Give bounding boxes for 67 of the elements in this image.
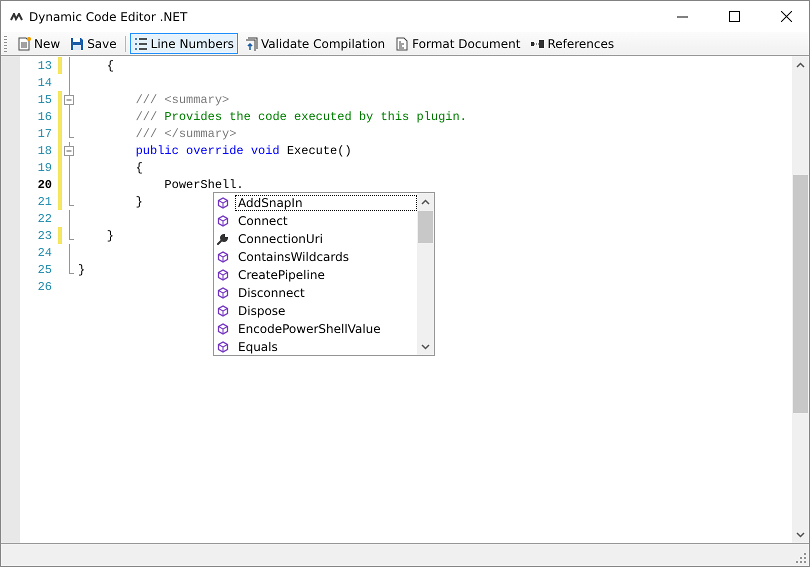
window-title: Dynamic Code Editor .NET — [29, 10, 188, 24]
completion-item[interactable]: Equals — [235, 339, 281, 355]
document-star-icon[interactable] — [17, 36, 31, 50]
scroll-thumb[interactable] — [418, 211, 433, 243]
code-line: /// Provides the code executed by this plugin. — [134, 110, 467, 124]
completion-item[interactable]: Disconnect — [235, 285, 308, 301]
line-number: 14 — [36, 76, 53, 90]
close-icon[interactable] — [780, 11, 792, 22]
cube-icon — [217, 341, 229, 353]
toolbar-button[interactable]: Line Numbers — [130, 33, 238, 54]
line-number: 20 — [36, 178, 53, 192]
line-number: 19 — [36, 160, 53, 174]
line-number: 18 — [36, 144, 53, 158]
toolbar-button[interactable]: Save — [66, 33, 121, 54]
toolbar-button[interactable]: New — [13, 33, 64, 54]
line-number: 17 — [36, 126, 53, 140]
code-line: public override void Execute() — [134, 144, 352, 158]
wrench-icon — [217, 233, 229, 245]
completion-item[interactable]: CreatePipeline — [235, 267, 328, 283]
app-logo-icon — [10, 12, 23, 20]
cube-icon — [217, 251, 229, 263]
line-number: 24 — [36, 246, 53, 260]
code-line: } — [78, 262, 86, 276]
completion-item[interactable]: AddSnapIn — [235, 195, 417, 211]
stacked-pages-arrow-icon[interactable] — [244, 36, 258, 50]
cube-icon — [217, 287, 229, 299]
cube-icon — [217, 197, 229, 209]
numbered-list-icon[interactable] — [134, 36, 148, 50]
line-number: 23 — [36, 228, 53, 242]
scroll-down-icon[interactable] — [421, 344, 430, 350]
completion-item[interactable]: Dispose — [235, 303, 288, 319]
collapse-icon[interactable] — [64, 95, 74, 105]
scroll-thumb[interactable] — [793, 175, 808, 413]
code-line: { — [106, 58, 114, 72]
code-line: /// </summary> — [134, 126, 236, 140]
line-number: 21 — [36, 194, 53, 208]
code-line: } — [134, 194, 143, 208]
line-number: 25 — [36, 262, 53, 276]
code-line: /// <summary> — [134, 92, 230, 106]
cube-icon — [217, 305, 229, 317]
scroll-up-icon[interactable] — [421, 198, 430, 204]
completion-item[interactable]: ContainsWildcards — [235, 249, 352, 265]
completion-item[interactable]: ConnectionUri — [235, 231, 326, 247]
line-number: 22 — [36, 212, 53, 226]
collapse-icon[interactable] — [64, 146, 74, 156]
line-number: 26 — [36, 280, 53, 294]
code-line: PowerShell. — [163, 178, 244, 192]
line-number: 15 — [36, 92, 53, 106]
cube-icon — [217, 215, 229, 227]
scrollbar[interactable] — [417, 193, 434, 355]
scrollbar[interactable] — [792, 56, 809, 543]
completion-item[interactable]: Connect — [235, 213, 291, 229]
completion-item[interactable]: EncodePowerShellValue — [235, 321, 384, 337]
line-number: 16 — [36, 110, 53, 124]
code-line: { — [134, 160, 143, 174]
scroll-up-icon[interactable] — [796, 62, 805, 68]
document-lines-icon[interactable] — [395, 36, 410, 50]
toolbar-button[interactable]: References — [526, 33, 618, 54]
code-line: } — [106, 228, 114, 242]
line-number: 13 — [36, 58, 53, 72]
cube-icon — [217, 323, 229, 335]
maximize-icon[interactable] — [728, 11, 740, 22]
size-grip-icon[interactable] — [795, 552, 807, 564]
toolbar-button[interactable]: Format Document — [391, 33, 524, 54]
cube-icon — [217, 269, 229, 281]
scroll-down-icon[interactable] — [796, 532, 805, 538]
toolbar-button[interactable]: Validate Compilation — [240, 33, 390, 54]
